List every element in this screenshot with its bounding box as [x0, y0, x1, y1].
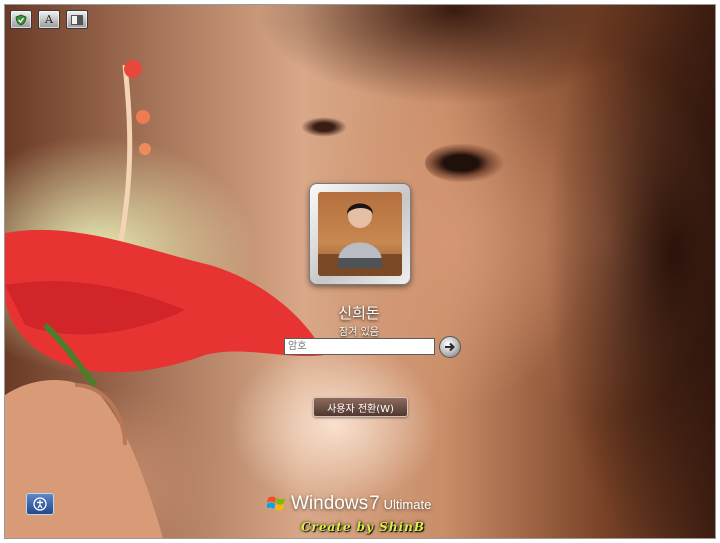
- brand-version: 7: [369, 493, 380, 514]
- switch-user-button[interactable]: 사용자 전환(W): [313, 397, 408, 417]
- contrast-icon: [71, 14, 83, 25]
- user-tile[interactable]: [309, 183, 411, 285]
- background-eye-right: [425, 143, 505, 183]
- login-screen: A 신희돈 잠겨 있음 사용자 전환(W) Windows 7 Ultimate…: [4, 4, 716, 539]
- ease-of-access-icon: [33, 497, 47, 511]
- password-input[interactable]: [284, 338, 435, 355]
- brand-windows: Windows: [291, 493, 369, 514]
- security-button[interactable]: [10, 10, 32, 29]
- windows-branding: Windows 7 Ultimate: [267, 493, 431, 515]
- text-size-icon: A: [45, 13, 53, 26]
- shield-check-icon: [15, 14, 27, 25]
- windows-logo-icon: [267, 496, 285, 511]
- brand-edition: Ultimate: [383, 497, 432, 512]
- ease-of-access-button[interactable]: [26, 493, 54, 515]
- high-contrast-button[interactable]: [66, 10, 88, 29]
- submit-button[interactable]: [439, 336, 461, 358]
- user-avatar: [318, 192, 402, 276]
- user-status: 잠겨 있음: [339, 327, 379, 338]
- credit-text: Create by ShinB: [301, 520, 425, 534]
- text-size-button[interactable]: A: [38, 10, 60, 29]
- arrow-right-icon: [445, 342, 455, 352]
- user-name: 신희돈: [338, 304, 380, 322]
